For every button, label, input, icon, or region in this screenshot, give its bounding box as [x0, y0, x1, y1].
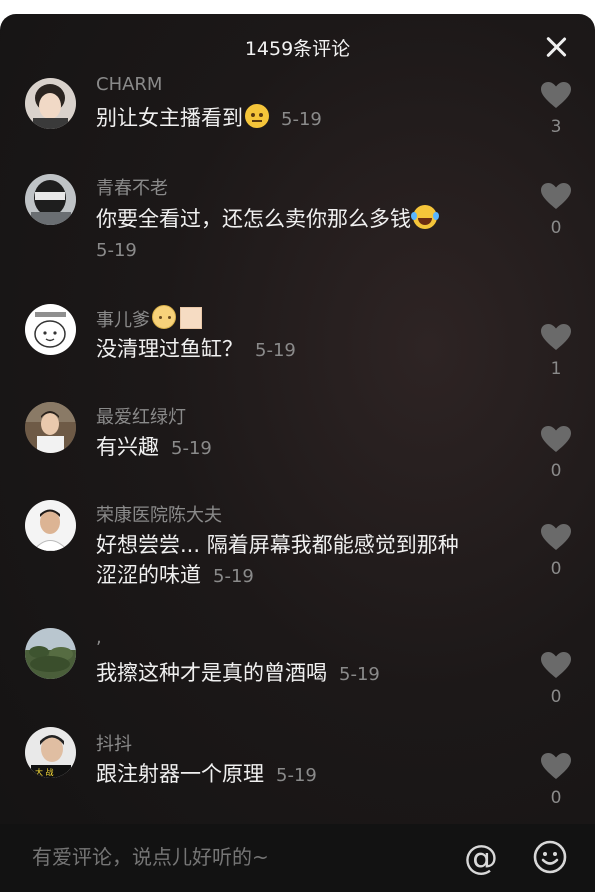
comments-header: 1459条评论 [0, 14, 595, 80]
heart-icon [541, 82, 571, 108]
comment-text: 我擦这种才是真的曾酒喝 5-19 [96, 658, 516, 690]
heart-icon [541, 324, 571, 350]
avatar[interactable] [25, 500, 76, 551]
comment-input[interactable] [30, 844, 434, 870]
comment-count-title: 1459条评论 [244, 38, 351, 60]
comment-username[interactable]: 事儿爹 [96, 305, 202, 332]
avatar[interactable] [25, 174, 76, 225]
smiley-face-icon[interactable] [533, 840, 567, 874]
comment-content-line1: 好想尝尝... 隔着屏幕我都能感觉到那种 [96, 533, 459, 557]
heart-icon [541, 426, 571, 452]
comment-input-bar: @ [0, 824, 595, 892]
avatar[interactable] [25, 628, 76, 679]
thinking-emoji-icon [245, 104, 269, 128]
like-button[interactable]: 0 [540, 426, 572, 481]
comment-content: 没清理过鱼缸？ [96, 337, 243, 361]
like-count: 1 [550, 359, 562, 379]
avatar[interactable] [25, 304, 76, 355]
comment-text: 别让女主播看到 5-19 [96, 103, 516, 135]
comment-text: 没清理过鱼缸？ 5-19 [96, 334, 516, 366]
comment-text: 跟注射器一个原理 5-19 [96, 759, 516, 791]
like-button[interactable]: 0 [540, 183, 572, 238]
heart-icon [541, 183, 571, 209]
like-count: 0 [550, 559, 562, 579]
comment-content-line2: 涩涩的味道 [96, 563, 201, 587]
comment-time: 5-19 [339, 664, 380, 685]
comment-username[interactable]: 抖抖 [96, 730, 132, 756]
comment-text: 你要全看过，还怎么卖你那么多钱 5-19 [96, 204, 526, 266]
like-count: 0 [550, 218, 562, 238]
avatar[interactable]: 大 战 [25, 727, 76, 778]
comment-content: 我擦这种才是真的曾酒喝 [96, 661, 327, 685]
laughing-emoji-icon [411, 205, 437, 229]
comment-text: 好想尝尝... 隔着屏幕我都能感觉到那种 涩涩的味道 5-19 [96, 530, 526, 592]
comment-username[interactable]: 最爱红绿灯 [96, 403, 186, 429]
avatar[interactable] [25, 78, 76, 129]
like-count: 3 [550, 117, 562, 137]
old-man-emoji-icon [152, 305, 176, 329]
comment-time: 5-19 [281, 109, 322, 130]
like-count: 0 [550, 461, 562, 481]
like-button[interactable]: 0 [540, 753, 572, 808]
svg-text:大 战: 大 战 [35, 767, 54, 777]
like-button[interactable]: 0 [540, 652, 572, 707]
comment-time: 5-19 [171, 438, 212, 459]
comments-panel: CHARM 别让女主播看到 5-19 3 青春不老 你要全看过，还怎么卖你那么多钱… [0, 14, 595, 892]
comment-content: 你要全看过，还怎么卖你那么多钱 [96, 207, 411, 231]
comment-username[interactable]: 荣康医院陈大夫 [96, 501, 222, 527]
comment-time: 5-19 [276, 765, 317, 786]
comment-text: 有兴趣 5-19 [96, 432, 516, 464]
comment-content: 有兴趣 [96, 435, 159, 459]
like-button[interactable]: 0 [540, 524, 572, 579]
close-icon[interactable] [545, 36, 567, 58]
skin-tone-icon [180, 307, 202, 329]
heart-icon [541, 652, 571, 678]
heart-icon [541, 753, 571, 779]
like-count: 0 [550, 687, 562, 707]
like-button[interactable]: 3 [540, 82, 572, 137]
username-text: 事儿爹 [96, 310, 150, 331]
comment-list[interactable]: CHARM 别让女主播看到 5-19 3 青春不老 你要全看过，还怎么卖你那么多钱… [0, 14, 595, 824]
comment-time: 5-19 [255, 340, 296, 361]
comment-content: 跟注射器一个原理 [96, 762, 264, 786]
like-button[interactable]: 1 [540, 324, 572, 379]
mention-at-icon[interactable]: @ [463, 840, 499, 876]
comment-username[interactable]: , [96, 627, 102, 648]
comment-content: 别让女主播看到 [96, 106, 243, 130]
like-count: 0 [550, 788, 562, 808]
comment-username[interactable]: 青春不老 [96, 174, 168, 200]
avatar[interactable] [25, 402, 76, 453]
comment-time: 5-19 [96, 240, 137, 261]
heart-icon [541, 524, 571, 550]
comment-time: 5-19 [213, 566, 254, 587]
